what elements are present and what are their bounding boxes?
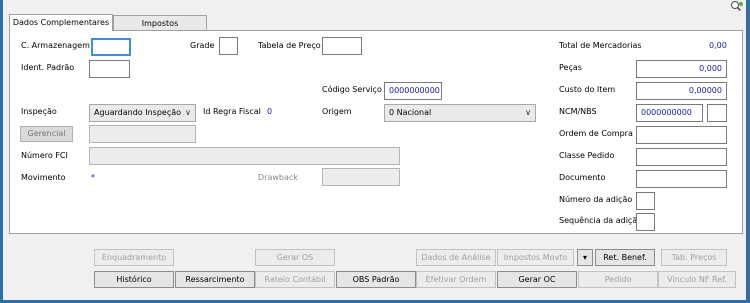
classe-pedido-input[interactable] bbox=[636, 148, 727, 166]
total-mercadorias-label: Total de Mercadorias bbox=[559, 41, 642, 50]
search-refresh-icon[interactable] bbox=[730, 0, 744, 12]
classe-pedido-label: Classe Pedido bbox=[559, 151, 615, 160]
window: Dados Complementares Impostos C. Armazen… bbox=[3, 0, 746, 300]
ident-padrao-label: Ident. Padrão bbox=[21, 63, 75, 72]
c-armazenagem-label: C. Armazenagem bbox=[21, 41, 90, 50]
custo-item-input[interactable]: 0,00000 bbox=[636, 82, 727, 100]
codigo-servico-input[interactable]: 0000000000 bbox=[384, 82, 442, 100]
codigo-servico-label: Código Serviço bbox=[322, 85, 382, 94]
obs-padrao-button[interactable]: OBS Padrão bbox=[336, 271, 416, 288]
numero-adicao-label: Número da adição bbox=[559, 195, 633, 204]
gerencial-button[interactable]: Gerencial bbox=[20, 126, 73, 142]
id-regra-fiscal-label: Id Regra Fiscal bbox=[203, 107, 261, 116]
gerar-os-button[interactable]: Gerar OS bbox=[255, 249, 335, 266]
numero-adicao-input[interactable] bbox=[636, 192, 655, 210]
chevron-down-icon: ∨ bbox=[185, 108, 191, 117]
documento-input[interactable] bbox=[636, 170, 727, 188]
sequencia-adicao-label: Sequência da adição bbox=[559, 216, 643, 225]
numero-fci-label: Número FCI bbox=[21, 151, 68, 160]
numero-fci-input bbox=[89, 147, 400, 165]
gerar-oc-button[interactable]: Gerar OC bbox=[497, 271, 577, 288]
origem-label: Origem bbox=[322, 107, 352, 116]
ret-benef-button[interactable]: Ret. Benef. bbox=[595, 249, 655, 266]
tab-precos-button[interactable]: Tab. Preços bbox=[661, 249, 727, 266]
inspecao-select-value: Aguardando Inspeção bbox=[94, 108, 182, 117]
drawback-label: Drawback bbox=[258, 173, 298, 182]
pecas-label: Peças bbox=[559, 63, 582, 72]
ncm-nbs-extra-input[interactable] bbox=[707, 104, 727, 122]
ordem-compra-input[interactable] bbox=[636, 126, 727, 144]
rateio-contabil-button[interactable]: Rateio Contábil bbox=[255, 271, 335, 288]
grade-label: Grade bbox=[190, 41, 215, 50]
enquadramento-button[interactable]: Enquadramento bbox=[94, 249, 174, 266]
historico-button[interactable]: Histórico bbox=[94, 271, 174, 288]
total-mercadorias-value: 0,00 bbox=[709, 41, 727, 50]
id-regra-fiscal-value: 0 bbox=[267, 107, 273, 116]
tab-panel: C. Armazenagem Grade Tabela de Preço Ide… bbox=[9, 30, 743, 234]
tab-impostos[interactable]: Impostos bbox=[113, 15, 207, 31]
impostos-movto-button[interactable]: Impostos Movto bbox=[497, 249, 574, 266]
chevron-down-icon: ∨ bbox=[525, 108, 531, 117]
origem-select[interactable]: 0 Nacional ∨ bbox=[384, 104, 536, 122]
movimento-label: Movimento bbox=[21, 173, 66, 182]
grade-input[interactable] bbox=[219, 37, 238, 55]
origem-select-value: 0 Nacional bbox=[389, 108, 432, 117]
gerencial-input bbox=[89, 125, 196, 143]
sequencia-adicao-input[interactable] bbox=[636, 213, 655, 231]
custo-item-label: Custo do Item bbox=[559, 85, 616, 94]
ordem-compra-label: Ordem de Compra bbox=[559, 129, 633, 138]
efetivar-ordem-button[interactable]: Efetivar Ordem bbox=[416, 271, 496, 288]
pecas-input[interactable]: 0,000 bbox=[636, 60, 727, 78]
c-armazenagem-input[interactable] bbox=[91, 38, 131, 56]
ident-padrao-input[interactable] bbox=[89, 60, 130, 78]
tabela-preco-label: Tabela de Preço bbox=[258, 41, 321, 50]
ncm-nbs-label: NCM/NBS bbox=[559, 107, 597, 116]
tabela-preco-input[interactable] bbox=[322, 37, 362, 55]
ressarcimento-button[interactable]: Ressarcimento bbox=[175, 271, 255, 288]
inspecao-label: Inspeção bbox=[21, 107, 57, 116]
movimento-value: * bbox=[91, 173, 95, 182]
vinculo-nf-ref-button[interactable]: Vinculo NF Ref. bbox=[658, 271, 736, 288]
drawback-input bbox=[322, 168, 400, 186]
tab-dados-complementares[interactable]: Dados Complementares bbox=[9, 14, 113, 31]
inspecao-select[interactable]: Aguardando Inspeção ∨ bbox=[89, 104, 196, 122]
pedido-button[interactable]: Pedido bbox=[578, 271, 658, 288]
more-dropdown-button[interactable]: ▾ bbox=[577, 249, 593, 266]
dados-analise-button[interactable]: Dados de Análise bbox=[416, 249, 496, 266]
documento-label: Documento bbox=[559, 173, 606, 182]
ncm-nbs-input[interactable]: 0000000000 bbox=[636, 104, 703, 122]
